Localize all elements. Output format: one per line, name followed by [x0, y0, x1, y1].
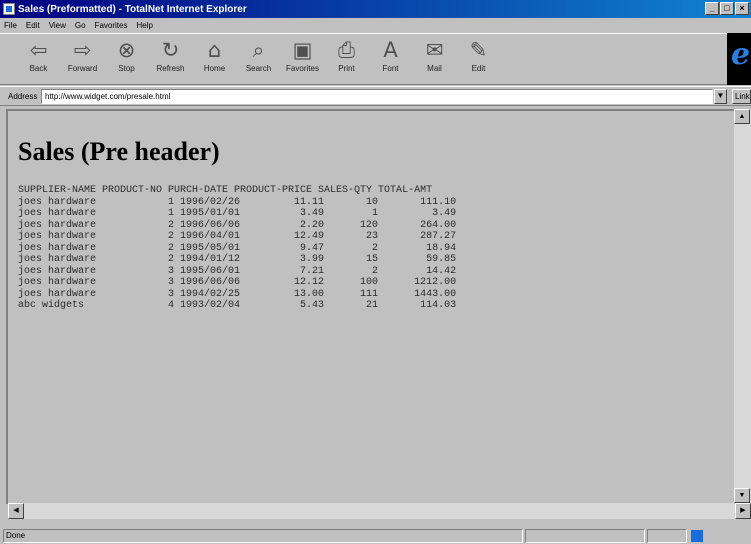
status-text: Done — [3, 529, 523, 543]
menu-file[interactable]: File — [4, 21, 17, 30]
toolbar-label: Refresh — [156, 64, 185, 73]
status-panel — [525, 529, 645, 543]
ie-logo-icon: e — [727, 33, 751, 85]
toolbar-label: Edit — [471, 64, 486, 73]
toolbar-label: Forward — [67, 64, 98, 73]
maximize-button[interactable]: □ — [720, 2, 734, 15]
close-button[interactable]: × — [735, 2, 749, 15]
status-panel — [647, 529, 687, 543]
scroll-down-button[interactable]: ▼ — [734, 488, 750, 503]
mail-icon: ✉ — [425, 38, 444, 62]
page-heading: Sales (Pre header) — [18, 137, 220, 166]
window-controls: _ □ × — [705, 2, 749, 15]
mail-button[interactable]: ✉ Mail — [414, 34, 455, 82]
links-button[interactable]: Link — [732, 89, 751, 104]
toolbar-label: Stop — [118, 64, 135, 73]
title-bar: Sales (Preformatted) - TotalNet Internet… — [0, 0, 751, 18]
menu-bar: File Edit View Go Favorites Help — [0, 18, 751, 32]
app-icon[interactable] — [3, 3, 15, 15]
toolbar-label: Mail — [427, 64, 442, 73]
stop-button[interactable]: ⊗ Stop — [106, 34, 147, 82]
search-button[interactable]: ⌕ Search — [238, 34, 279, 82]
forward-button[interactable]: ⇨ Forward — [62, 34, 103, 82]
status-bar: Done — [0, 528, 751, 544]
back-button[interactable]: ⇦ Back — [18, 34, 59, 82]
toolbar: ⇦ Back ⇨ Forward ⊗ Stop ↻ Refresh ⌂ Home ⌕ Search ▣ F… — [0, 33, 751, 85]
menu-favorites[interactable]: Favorites — [95, 21, 128, 30]
address-dropdown-button[interactable]: ▼ — [714, 89, 727, 104]
toolbar-label: Favorites — [286, 64, 319, 73]
stop-icon: ⊗ — [117, 38, 136, 62]
toolbar-label: Home — [203, 64, 226, 73]
toolbar-label: Back — [29, 64, 48, 73]
page-content: Sales (Pre header) SUPPLIER-NAME PRODUCT… — [6, 109, 734, 504]
vertical-scrollbar[interactable]: ▲ ▼ — [734, 109, 751, 503]
menu-go[interactable]: Go — [75, 21, 86, 30]
address-bar: Address http://www.widget.com/presale.ht… — [0, 86, 751, 106]
menu-help[interactable]: Help — [136, 21, 152, 30]
horizontal-scrollbar[interactable]: ◀ ▶ — [8, 503, 751, 519]
edit-button[interactable]: ✎ Edit — [458, 34, 499, 82]
scroll-left-button[interactable]: ◀ — [8, 503, 24, 519]
toolbar-label: Print — [338, 64, 355, 73]
search-icon: ⌕ — [252, 38, 265, 62]
font-icon: A — [383, 38, 398, 62]
font-button[interactable]: A Font — [370, 34, 411, 82]
print-button[interactable]: ⎙ Print — [326, 34, 367, 82]
address-label: Address — [8, 91, 38, 101]
scroll-up-button[interactable]: ▲ — [734, 109, 750, 124]
toolbar-label: Search — [245, 64, 272, 73]
internet-zone-icon — [691, 530, 703, 542]
home-icon: ⌂ — [207, 38, 222, 62]
scroll-right-button[interactable]: ▶ — [735, 503, 751, 519]
sales-report: SUPPLIER-NAME PRODUCT-NO PURCH-DATE PROD… — [18, 185, 457, 311]
window-title: Sales (Preformatted) - TotalNet Internet… — [18, 3, 247, 15]
favorites-icon: ▣ — [292, 38, 313, 62]
edit-icon: ✎ — [469, 38, 488, 62]
back-arrow-icon: ⇦ — [29, 38, 48, 62]
menu-edit[interactable]: Edit — [26, 21, 40, 30]
home-button[interactable]: ⌂ Home — [194, 34, 235, 82]
print-icon: ⎙ — [338, 38, 355, 62]
menu-view[interactable]: View — [49, 21, 66, 30]
minimize-button[interactable]: _ — [705, 2, 719, 15]
refresh-button[interactable]: ↻ Refresh — [150, 34, 191, 82]
address-input[interactable]: http://www.widget.com/presale.html — [41, 89, 713, 104]
forward-arrow-icon: ⇨ — [73, 38, 92, 62]
refresh-icon: ↻ — [161, 38, 180, 62]
favorites-button[interactable]: ▣ Favorites — [282, 34, 323, 82]
toolbar-label: Font — [382, 64, 399, 73]
